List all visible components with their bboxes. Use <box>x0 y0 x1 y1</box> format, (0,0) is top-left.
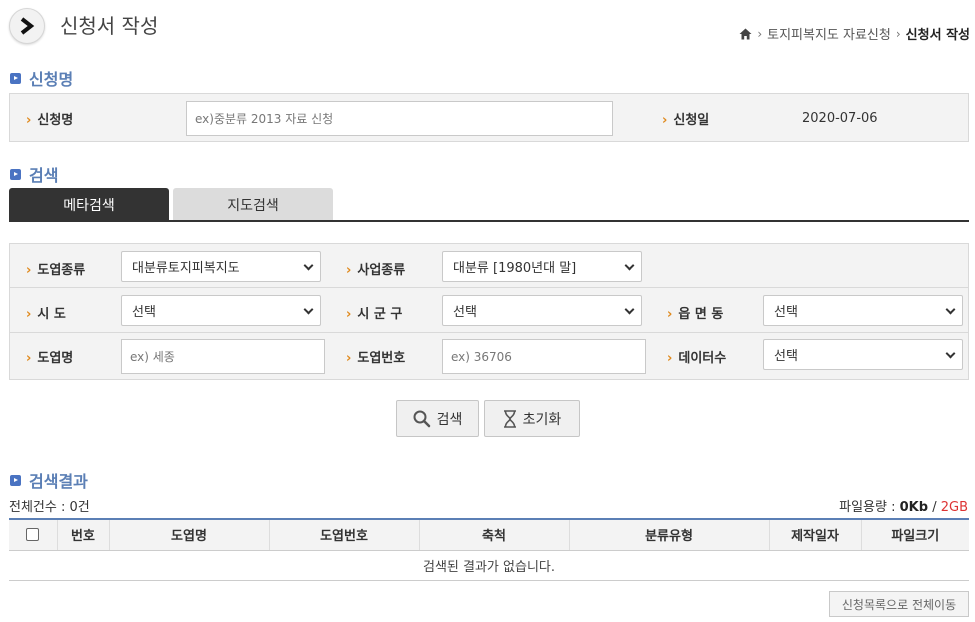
eupmyeondong-label: › 읍 면 동 <box>667 307 724 322</box>
chevron-down-icon <box>945 304 956 314</box>
section-title-apply-text: 신청명 <box>29 70 74 89</box>
section-title-search: 검색 <box>10 162 58 186</box>
row-divider <box>10 287 968 288</box>
reset-button[interactable]: 초기화 <box>484 400 580 437</box>
total-count: 전체건수 : 0건 <box>9 500 90 515</box>
label-arrow-icon: › <box>346 351 352 366</box>
hourglass-icon <box>503 409 516 428</box>
label-arrow-icon: › <box>667 351 673 366</box>
section-bullet-icon <box>10 474 21 486</box>
apply-date-label: › 신청일 <box>662 113 710 128</box>
label-arrow-icon: › <box>26 351 32 366</box>
label-arrow-icon: › <box>346 263 352 278</box>
table-header-row: 번호 도엽명 도엽번호 축척 분류유형 제작일자 파일크기 <box>9 518 969 551</box>
chevron-right-icon <box>20 17 35 35</box>
section-title-apply: 신청명 <box>10 66 73 90</box>
page-header: 신청서 작성 › 토지피복지도 자료신청 › 신청서 작성 <box>8 6 970 46</box>
column-header[interactable]: 번호 <box>56 518 109 551</box>
select-all-checkbox[interactable] <box>26 528 40 542</box>
section-title-results-text: 검색결과 <box>29 472 88 491</box>
section-bullet-icon <box>10 72 21 84</box>
row-divider <box>10 332 968 333</box>
map-name-input[interactable]: ex) 세종 <box>121 339 325 374</box>
chevron-down-icon <box>624 260 635 270</box>
breadcrumb-separator: › <box>895 26 901 41</box>
label-arrow-icon: › <box>667 307 673 322</box>
search-button[interactable]: 검색 <box>396 400 479 437</box>
breadcrumb-item-request[interactable]: 토지피복지도 자료신청 <box>767 24 891 43</box>
column-header[interactable]: 파일크기 <box>860 518 969 551</box>
home-icon[interactable] <box>739 28 752 40</box>
results-table: 번호 도엽명 도엽번호 축척 분류유형 제작일자 파일크기 검색된 결과가 없습… <box>9 518 969 581</box>
project-type-label: › 사업종류 <box>346 263 406 278</box>
label-arrow-icon: › <box>346 307 352 322</box>
section-bullet-icon <box>10 168 21 180</box>
map-number-label: › 도엽번호 <box>346 351 406 366</box>
tab-meta-search[interactable]: 메타검색 <box>9 188 169 221</box>
apply-box: › 신청명 ex)중분류 2013 자료 신청 › 신청일 2020-07-06 <box>9 93 969 142</box>
label-arrow-icon: › <box>26 113 32 128</box>
chevron-down-icon <box>303 304 314 314</box>
data-count-label: › 데이터수 <box>667 351 727 366</box>
column-header[interactable]: 분류유형 <box>568 518 769 551</box>
project-type-select[interactable]: 대분류 [1980년대 말] <box>442 251 642 282</box>
map-type-select[interactable]: 대분류토지피복지도 <box>121 251 321 282</box>
map-name-label: › 도엽명 <box>26 351 74 366</box>
breadcrumb: › 토지피복지도 자료신청 › 신청서 작성 <box>739 24 970 43</box>
apply-name-label: › 신청명 <box>26 113 74 128</box>
apply-name-input[interactable]: ex)중분류 2013 자료 신청 <box>186 101 613 136</box>
chevron-down-icon <box>624 304 635 314</box>
label-arrow-icon: › <box>662 113 668 128</box>
chevron-down-icon <box>945 348 956 358</box>
move-all-button[interactable]: 신청목록으로 전체이동 <box>829 591 969 617</box>
search-form: › 도엽종류 대분류토지피복지도 › 사업종류 대분류 [1980년대 말] › 시 … <box>9 243 969 380</box>
label-arrow-icon: › <box>26 263 32 278</box>
eupmyeondong-select[interactable]: 선택 <box>763 295 963 326</box>
sigungu-label: › 시 군 구 <box>346 307 403 322</box>
column-header[interactable]: 도엽번호 <box>268 518 419 551</box>
section-title-results: 검색결과 <box>10 468 88 492</box>
label-arrow-icon: › <box>26 307 32 322</box>
map-number-input[interactable]: ex) 36706 <box>442 339 646 374</box>
data-count-select[interactable]: 선택 <box>763 339 963 370</box>
sido-label: › 시 도 <box>26 307 66 322</box>
column-header[interactable]: 제작일자 <box>768 518 861 551</box>
file-size-max: 2GB <box>940 500 968 515</box>
back-button[interactable] <box>9 8 45 44</box>
select-all-header <box>9 518 57 551</box>
empty-message: 검색된 결과가 없습니다. <box>9 550 969 581</box>
map-type-label: › 도엽종류 <box>26 263 86 278</box>
apply-date-value: 2020-07-06 <box>802 111 878 126</box>
file-size-info: 파일용량 : 0Kb / 2GB <box>839 500 968 515</box>
tab-map-search[interactable]: 지도검색 <box>173 188 333 221</box>
sido-select[interactable]: 선택 <box>121 295 321 326</box>
file-size-value: 0Kb <box>899 500 929 515</box>
search-icon <box>413 410 430 427</box>
page-title: 신청서 작성 <box>60 14 159 38</box>
column-header[interactable]: 도엽명 <box>108 518 269 551</box>
breadcrumb-item-current: 신청서 작성 <box>905 28 970 43</box>
column-header[interactable]: 축척 <box>418 518 569 551</box>
chevron-down-icon <box>303 260 314 270</box>
breadcrumb-separator: › <box>757 26 763 41</box>
tab-underline <box>9 220 969 222</box>
sigungu-select[interactable]: 선택 <box>442 295 642 326</box>
table-row: 검색된 결과가 없습니다. <box>9 550 969 581</box>
section-title-search-text: 검색 <box>29 166 59 185</box>
